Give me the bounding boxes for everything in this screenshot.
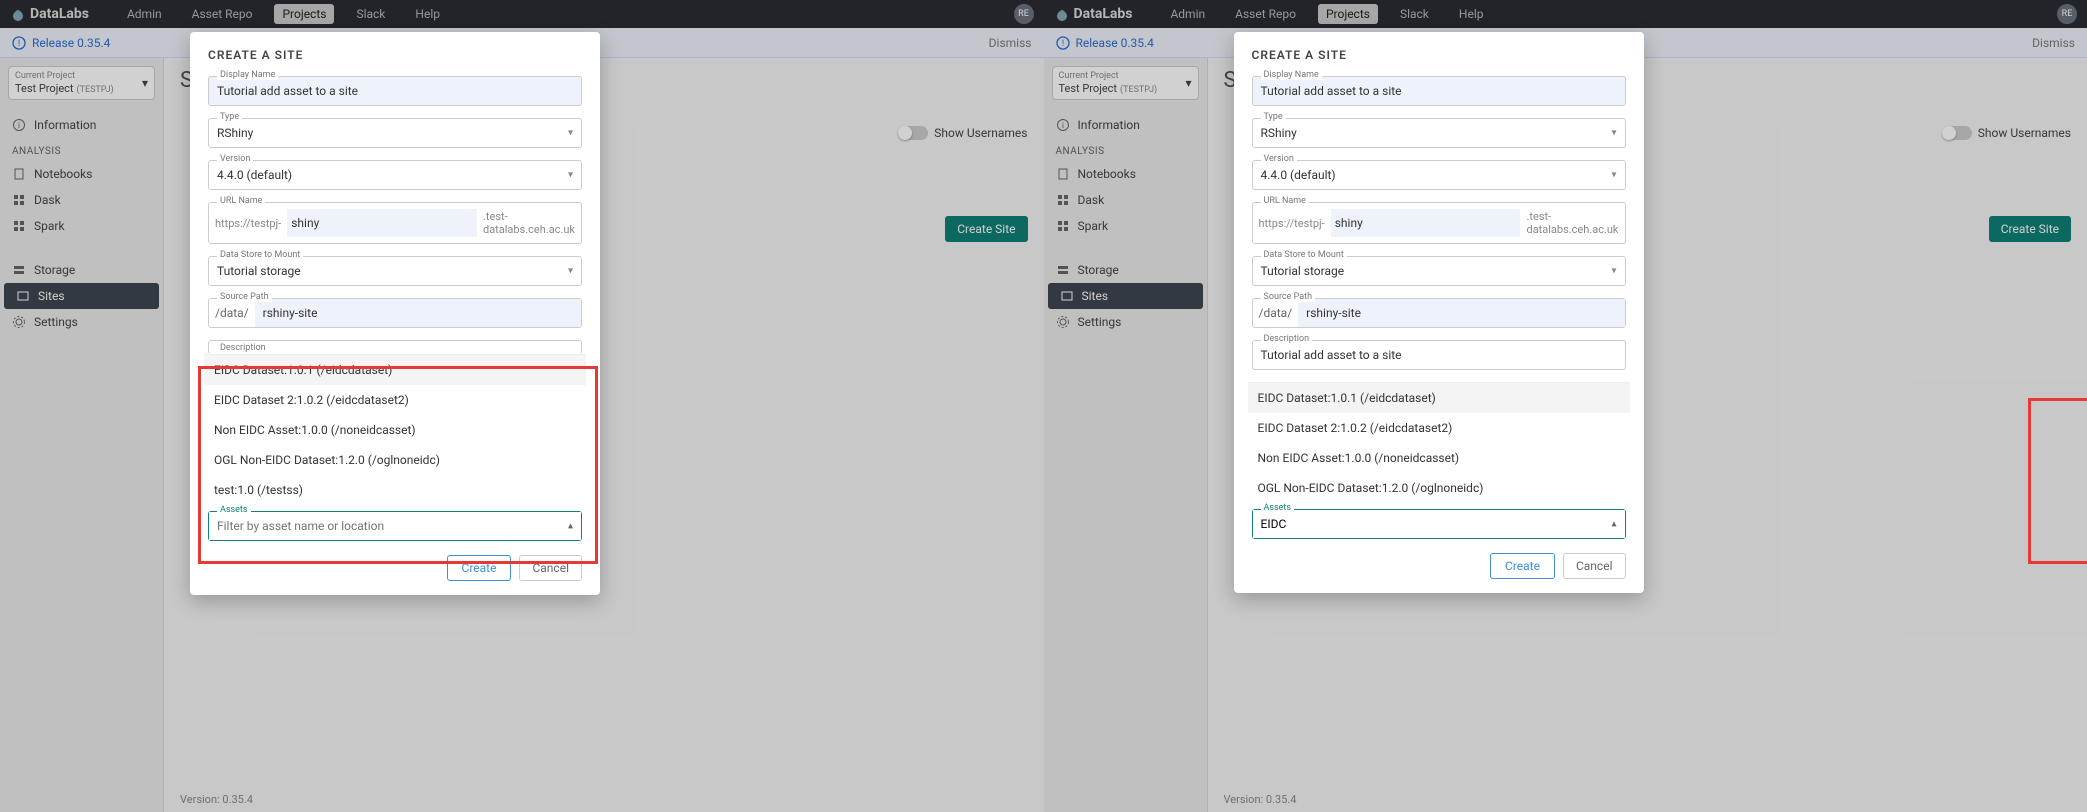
asset-option[interactable]: Non EIDC Asset:1.0.0 (/noneidcasset) (1248, 443, 1630, 473)
asset-option[interactable]: EIDC Dataset 2:1.0.2 (/eidcdataset2) (1248, 413, 1630, 443)
url-name-field[interactable]: URL Namehttps://testpj-.test-datalabs.ce… (208, 202, 582, 244)
source-path-input[interactable] (255, 299, 581, 327)
modal-create-button[interactable]: Create (447, 555, 512, 581)
assets-filter-input[interactable] (209, 512, 581, 540)
asset-option[interactable]: Non EIDC Asset:1.0.0 (/noneidcasset) (204, 415, 586, 445)
assets-filter-field[interactable]: Assets ▴ (208, 511, 582, 541)
display-name-field[interactable]: Display NameTutorial add asset to a site (1252, 76, 1626, 106)
modal-cancel-button[interactable]: Cancel (519, 555, 582, 581)
modal-create-button[interactable]: Create (1490, 553, 1555, 579)
datastore-field[interactable]: Data Store to MountTutorial storage▾ (1252, 256, 1626, 286)
source-path-field[interactable]: Source Path/data/ (208, 298, 582, 328)
modal-cancel-button[interactable]: Cancel (1563, 553, 1626, 579)
description-field[interactable]: DescriptionTutorial add asset to a site (1252, 340, 1626, 370)
assets-dropdown-list: EIDC Dataset:1.0.1 (/eidcdataset) EIDC D… (204, 354, 586, 505)
chevron-down-icon: ▾ (568, 170, 573, 181)
modal-title: CREATE A SITE (208, 48, 582, 62)
version-field[interactable]: Version4.4.0 (default)▾ (208, 160, 582, 190)
chevron-up-icon: ▴ (568, 521, 573, 532)
assets-dropdown-list: EIDC Dataset:1.0.1 (/eidcdataset) EIDC D… (1248, 382, 1630, 503)
asset-option[interactable]: EIDC Dataset:1.0.1 (/eidcdataset) (1248, 383, 1630, 413)
assets-filter-input[interactable] (1253, 510, 1625, 538)
asset-option[interactable]: OGL Non-EIDC Dataset:1.2.0 (/oglnoneidc) (1248, 473, 1630, 503)
url-input[interactable] (287, 209, 477, 237)
chevron-down-icon: ▾ (1611, 128, 1616, 139)
type-field[interactable]: TypeRShiny▾ (208, 118, 582, 148)
asset-option[interactable]: EIDC Dataset:1.0.1 (/eidcdataset) (204, 355, 586, 385)
chevron-down-icon: ▾ (1611, 170, 1616, 181)
chevron-down-icon: ▾ (1611, 266, 1616, 277)
modal-title: CREATE A SITE (1252, 48, 1626, 62)
url-name-field[interactable]: URL Namehttps://testpj-.test-datalabs.ce… (1252, 202, 1626, 244)
chevron-down-icon: ▾ (568, 266, 573, 277)
source-path-field[interactable]: Source Path/data/ (1252, 298, 1626, 328)
create-site-modal: CREATE A SITE Display NameTutorial add a… (1234, 32, 1644, 593)
type-field[interactable]: TypeRShiny▾ (1252, 118, 1626, 148)
version-field[interactable]: Version4.4.0 (default)▾ (1252, 160, 1626, 190)
description-field-cutoff: Description (208, 340, 582, 354)
chevron-down-icon: ▾ (568, 128, 573, 139)
display-name-field[interactable]: Display NameTutorial add asset to a site (208, 76, 582, 106)
create-site-modal: CREATE A SITE Display NameTutorial add a… (190, 32, 600, 595)
datastore-field[interactable]: Data Store to MountTutorial storage▾ (208, 256, 582, 286)
chevron-up-icon: ▴ (1611, 519, 1616, 530)
source-path-input[interactable] (1298, 299, 1624, 327)
assets-filter-field[interactable]: Assets ▴ (1252, 509, 1626, 539)
asset-option[interactable]: test:1.0 (/testss) (204, 475, 586, 505)
asset-option[interactable]: OGL Non-EIDC Dataset:1.2.0 (/oglnoneidc) (204, 445, 586, 475)
url-input[interactable] (1331, 209, 1521, 237)
asset-option[interactable]: EIDC Dataset 2:1.0.2 (/eidcdataset2) (204, 385, 586, 415)
